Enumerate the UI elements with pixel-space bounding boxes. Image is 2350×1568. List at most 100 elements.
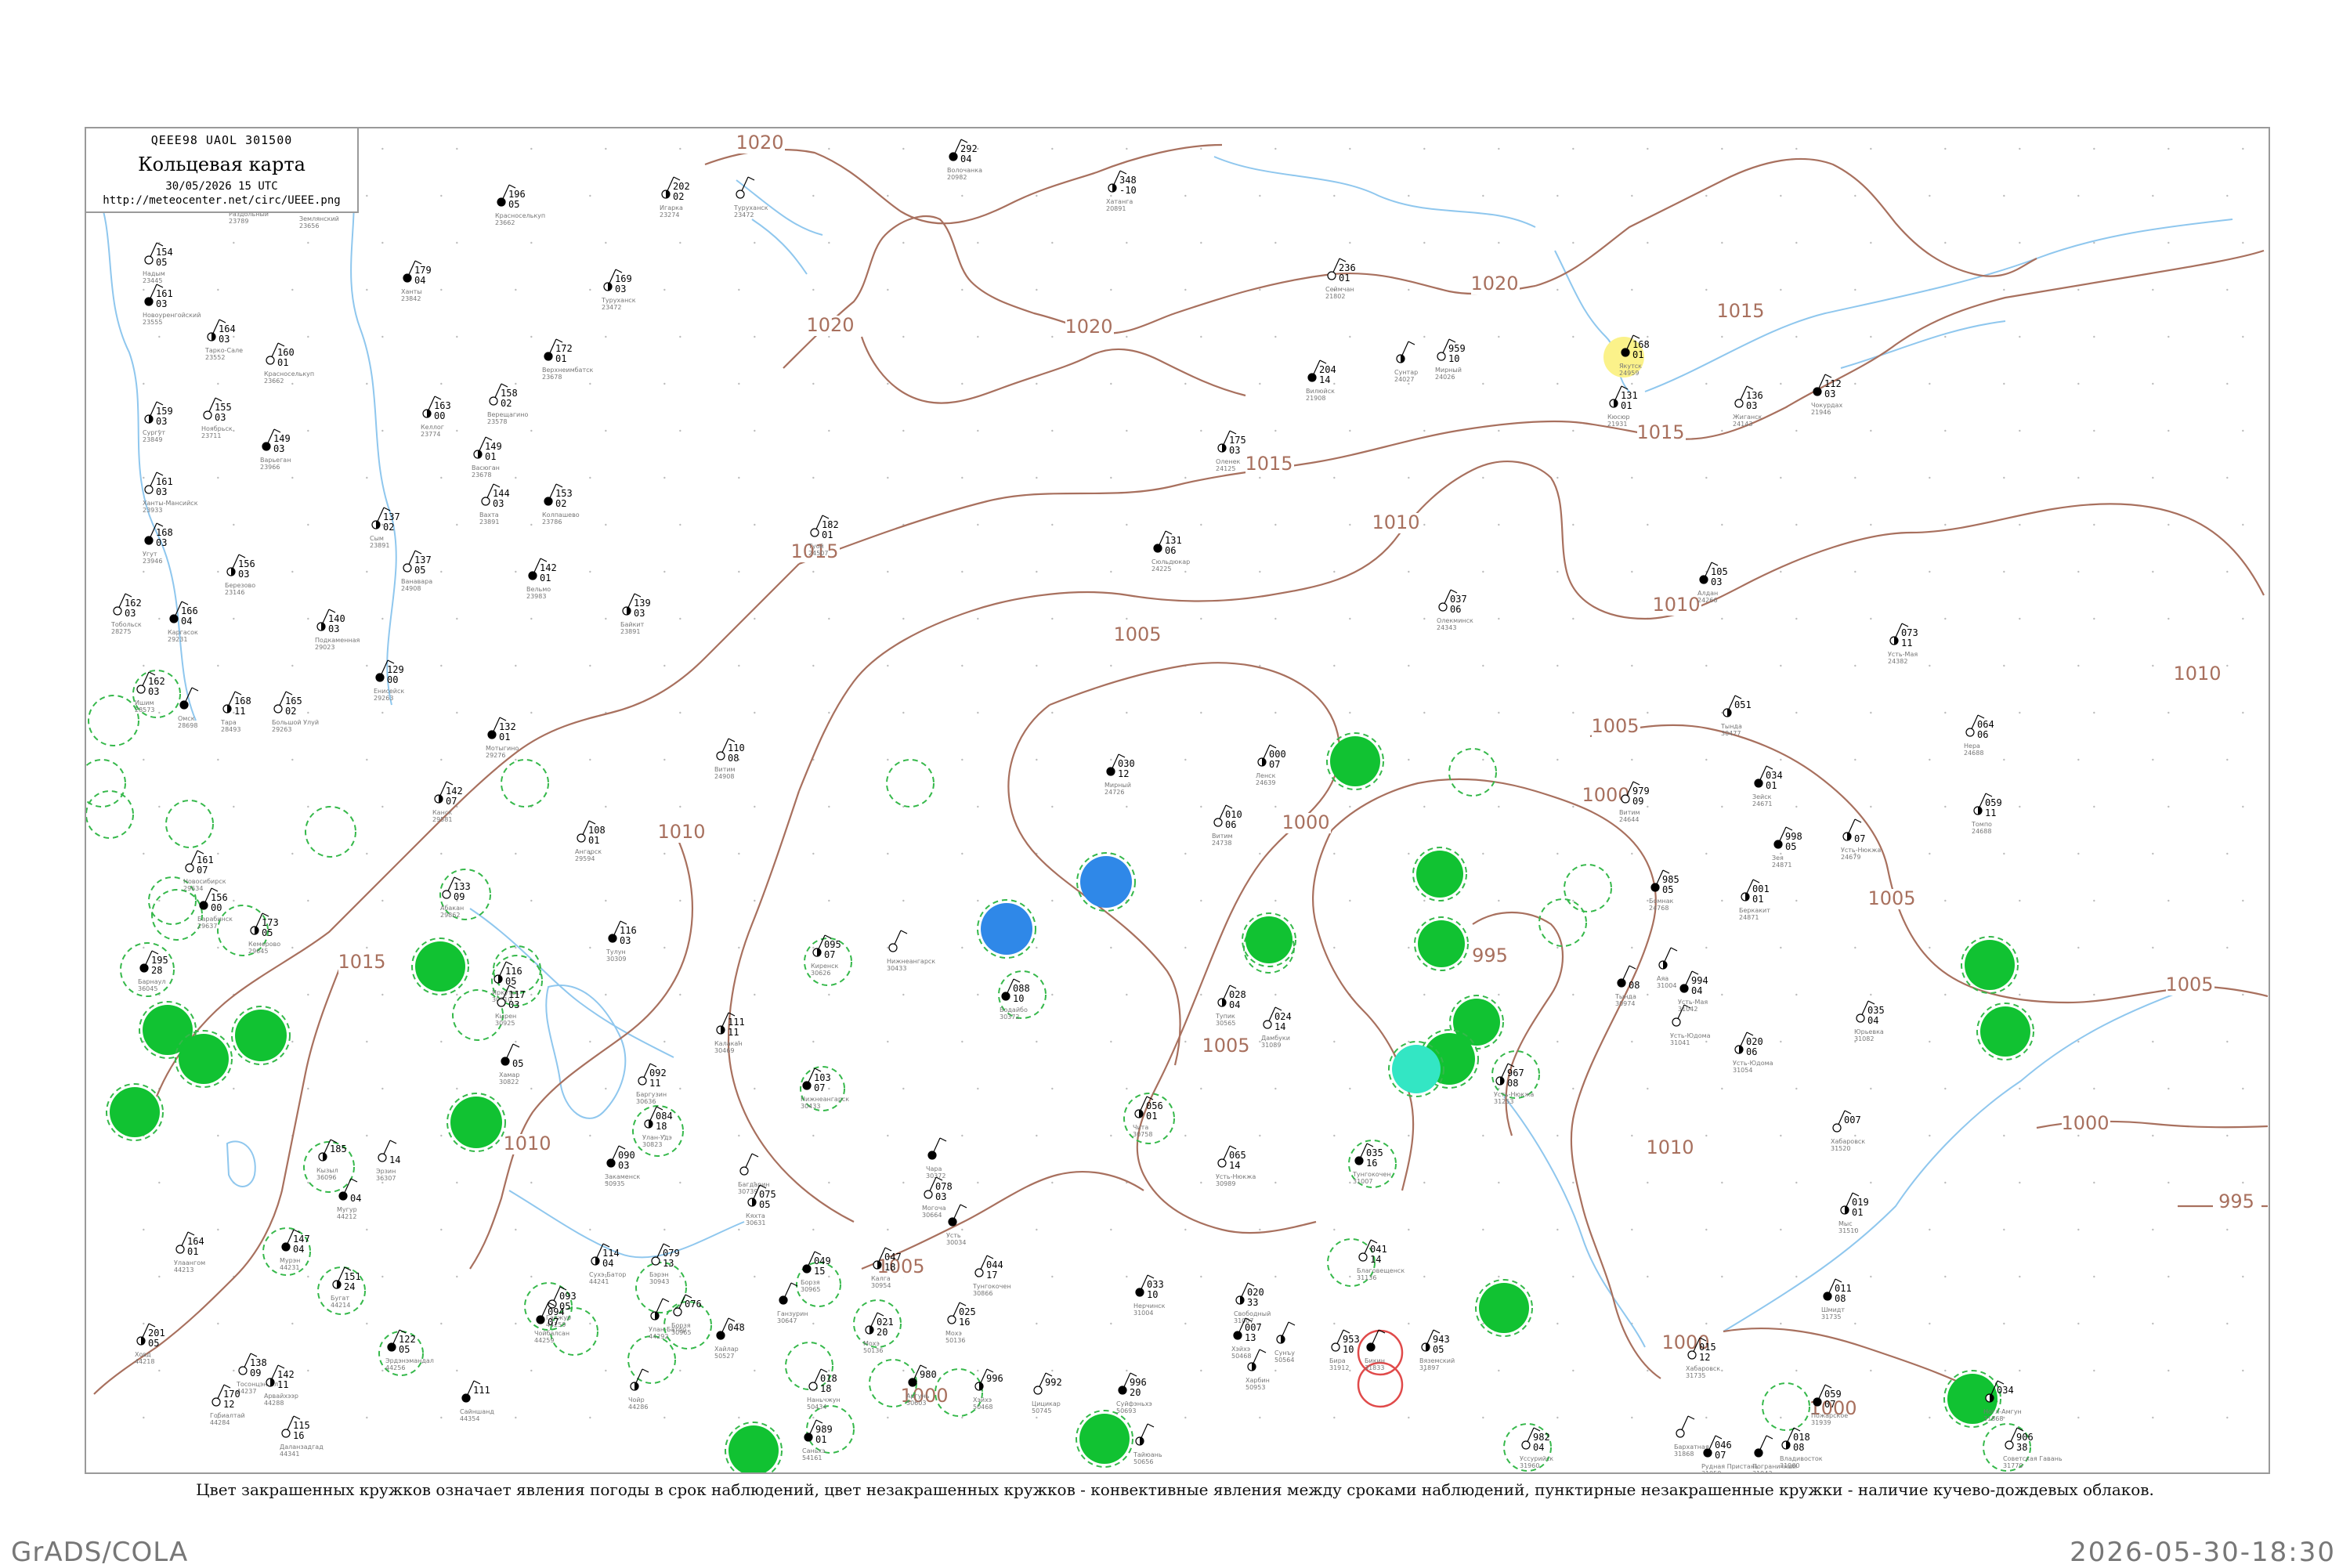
station-model[interactable]: 20202Игарка23274: [660, 176, 690, 219]
station-model[interactable]: 15603Березово23146: [225, 554, 255, 596]
station-model[interactable]: 14211Арвайхээр44288: [264, 1364, 298, 1407]
station-model[interactable]: 05Хамар30822: [499, 1043, 523, 1086]
station-model[interactable]: 04417Тунгокочен30866: [972, 1255, 1011, 1297]
station-model[interactable]: Туруханск23472: [733, 176, 768, 219]
station-model[interactable]: 04114Благовещенск31136: [1357, 1239, 1405, 1281]
station-model[interactable]: 06514Усть-Нюкжа30989: [1216, 1145, 1256, 1187]
station-model[interactable]: 14201Вельмо23983: [526, 558, 557, 600]
station-model[interactable]: Сунтар24027: [1394, 341, 1418, 383]
station-model[interactable]: 19605Красноселькуп23662: [495, 184, 545, 226]
station-model[interactable]: 04915Борзя30965: [801, 1251, 831, 1293]
station-model[interactable]: 96708Усть-Нюкжа31253: [1494, 1063, 1534, 1105]
station-model[interactable]: 03401Зейск24671: [1752, 765, 1783, 807]
station-model[interactable]: 13603Жиганск24143: [1733, 385, 1763, 428]
station-model[interactable]: 95910Мирный24026: [1435, 338, 1466, 381]
station-model[interactable]: 11516Даланзадгад44341: [280, 1415, 324, 1458]
station-model[interactable]: 076Борзя30965: [671, 1294, 702, 1336]
station-model[interactable]: 11203Чокурдах21946: [1811, 374, 1842, 416]
station-model[interactable]: Чойр44286: [628, 1368, 649, 1411]
station-model[interactable]: 99805Зея24871: [1772, 826, 1802, 869]
station-model[interactable]: 15903Сургут23849: [143, 401, 173, 443]
station-model[interactable]: 11603Тулун30309: [606, 920, 637, 963]
station-model[interactable]: 15302Колпашево23786: [542, 483, 580, 526]
station-model[interactable]: 03310Нерчинск31004: [1133, 1274, 1166, 1317]
station-model[interactable]: 02414Дамбуки31089: [1261, 1006, 1292, 1049]
station-model[interactable]: 17201Верхнеимбатск23678: [542, 338, 594, 381]
station-model[interactable]: 14Эрзин36307: [376, 1140, 400, 1182]
station-model[interactable]: 16203Тобольск28275: [110, 593, 142, 635]
station-model[interactable]: 111Сайншанд44354: [460, 1380, 494, 1422]
station-model[interactable]: 16103Ханты-Мансийск23933: [143, 471, 198, 514]
station-model[interactable]: 98505Бомнак24768: [1649, 869, 1679, 912]
station-model[interactable]: 16903Туруханск23472: [601, 269, 636, 311]
station-model[interactable]: 07913Бэрэн30943: [649, 1243, 680, 1285]
station-model[interactable]: 10801Ангарск29594: [575, 820, 606, 862]
station-model[interactable]: Нижнеангарск30433: [887, 930, 935, 972]
station-model[interactable]: 10307Нижнеангарск30433: [801, 1068, 849, 1110]
station-model[interactable]: 14903Варьеган23966: [260, 428, 291, 471]
station-model[interactable]: Бикин31833: [1365, 1329, 1386, 1371]
station-model[interactable]: 15802Верещагино23578: [487, 383, 528, 425]
station-model[interactable]: 03706Олекминск24343: [1437, 589, 1473, 631]
station-model[interactable]: 996Хэйхэ50468: [973, 1368, 1003, 1411]
station-model[interactable]: Чара30372: [926, 1137, 947, 1180]
station-model[interactable]: 17305Кемерово29645: [248, 912, 280, 955]
station-model[interactable]: 17503Оленек24125: [1216, 430, 1246, 472]
station-model[interactable]: 16103Новоуренгойский23555: [143, 284, 201, 326]
station-model[interactable]: 09003Закаменск30935: [605, 1145, 640, 1187]
station-model[interactable]: 16811Тара28493: [220, 691, 251, 733]
station-model[interactable]: 20414Вилюйск21908: [1306, 359, 1336, 402]
station-model[interactable]: 01901Мыс31510: [1838, 1192, 1869, 1234]
station-model[interactable]: Тайюань50656: [1133, 1423, 1162, 1465]
station-model[interactable]: 02033Свободный31007: [1234, 1282, 1271, 1324]
station-model[interactable]: 14901Васюган23678: [472, 436, 502, 479]
station-model[interactable]: 04Мугур44212: [337, 1178, 361, 1220]
station-model[interactable]: 12900Енисейск29263: [374, 659, 404, 702]
station-model[interactable]: 16502Большой Улуй29263: [272, 691, 319, 733]
station-model[interactable]: 13309Абакан29862: [440, 876, 471, 919]
station-model[interactable]: 07311Усть-Мая24382: [1888, 623, 1918, 665]
station-model[interactable]: 11008Витим24908: [714, 738, 745, 780]
station-model[interactable]: 13705Ванавара24908: [401, 550, 432, 592]
station-model[interactable]: 051Тында30477: [1720, 695, 1752, 737]
station-model[interactable]: 13809Тосонцэнгэл44237: [236, 1353, 278, 1395]
station-model[interactable]: 16401Улаангом44213: [174, 1231, 205, 1274]
station-model[interactable]: 07Усть-Нюкжа24679: [1841, 818, 1881, 861]
station-model[interactable]: 11404Сухэ-Батор44241: [589, 1243, 626, 1285]
station-model[interactable]: 048Хайлар50527: [714, 1317, 745, 1360]
station-model[interactable]: 185Кызыл36096: [316, 1139, 347, 1181]
station-model[interactable]: 02516Мохэ50136: [945, 1302, 976, 1344]
station-model[interactable]: 10503Алдан24266: [1697, 562, 1728, 604]
station-model[interactable]: 348-10Хатанга20891: [1106, 170, 1137, 212]
station-model[interactable]: 95310Бира31912: [1329, 1329, 1360, 1371]
station-model[interactable]: 13101Кюсюр21931: [1607, 385, 1638, 428]
station-model[interactable]: 03012Мирный24726: [1104, 753, 1135, 796]
station-model[interactable]: 08418Улан-Удэ30823: [642, 1106, 673, 1148]
station-model[interactable]: 12205Эрдэнэмандал44256: [385, 1329, 434, 1371]
station-model[interactable]: 15405Надым23445: [143, 242, 173, 284]
station-model[interactable]: 16300Келлог23774: [421, 396, 451, 438]
station-model[interactable]: 16001Красноселькуп23662: [264, 342, 314, 385]
station-model[interactable]: 06406Нера24688: [1964, 714, 1994, 757]
station-model[interactable]: 99620Суйфэньхэ50693: [1116, 1372, 1152, 1414]
station-model[interactable]: 13903Байкит23891: [620, 593, 651, 635]
station-model[interactable]: 16107Новосибирск29634: [183, 850, 226, 892]
station-model[interactable]: 01818Наньчжун50434: [807, 1368, 841, 1411]
station-model[interactable]: 00007Ленск24639: [1256, 744, 1286, 786]
station-model[interactable]: 16604Каргасок29231: [168, 601, 198, 643]
station-model[interactable]: 14003Подкаменная29023: [315, 609, 360, 651]
station-model[interactable]: 23601Сеймчан21802: [1325, 258, 1356, 300]
station-model[interactable]: 992Цицикар50745: [1032, 1372, 1062, 1414]
station-model[interactable]: 98204Уссурийск31960: [1520, 1427, 1553, 1469]
station-model[interactable]: 00101Беркакит24871: [1739, 879, 1770, 921]
station-model[interactable]: 94305Вяземский31897: [1419, 1329, 1455, 1371]
station-model[interactable]: 01006Витим24738: [1212, 804, 1242, 847]
station-model[interactable]: 17012Гобиалтай44284: [210, 1384, 245, 1426]
station-model[interactable]: 90638Советская Гавань31770: [2003, 1427, 2063, 1469]
station-model[interactable]: 99404Усть-Мая31042: [1678, 970, 1708, 1013]
station-model[interactable]: 02120Мохэ50136: [863, 1312, 894, 1354]
station-model[interactable]: 05601Чита30758: [1133, 1096, 1163, 1138]
station-model[interactable]: 16403Тарко-Сале23552: [204, 319, 243, 361]
station-model[interactable]: 13201Мотыгино29276: [486, 717, 519, 759]
station-model[interactable]: 02006Усть-Юдома31054: [1733, 1031, 1773, 1074]
